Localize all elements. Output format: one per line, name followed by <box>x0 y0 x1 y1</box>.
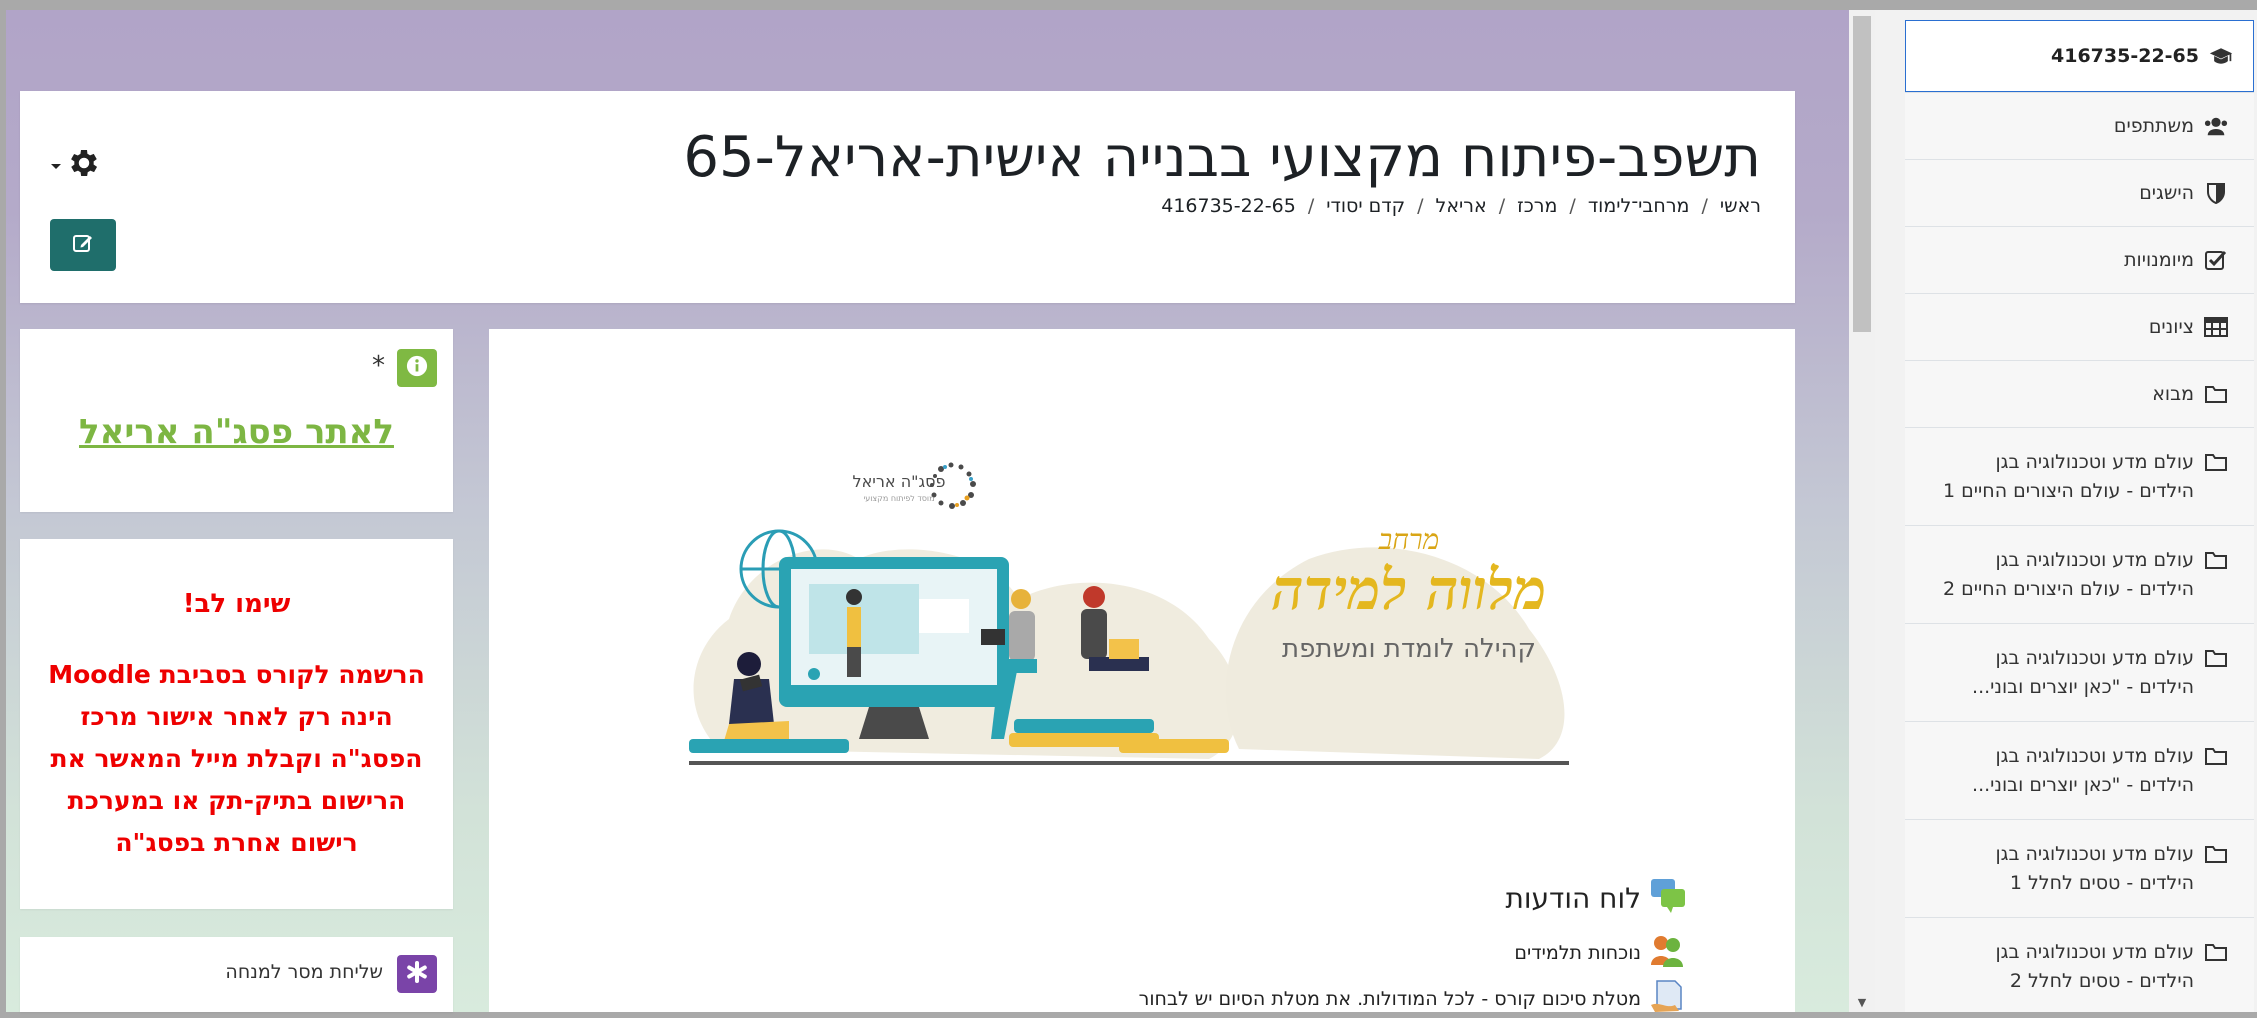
breadcrumb-separator: / <box>1417 195 1424 217</box>
edit-mode-button[interactable] <box>50 219 116 271</box>
breadcrumb-item-ariel[interactable]: אריאל <box>1436 195 1487 217</box>
attendance-activity[interactable]: נוכחות תלמידים <box>1514 933 1687 972</box>
page-header: תשפב-פיתוח מקצועי בבנייה אישית-אריאל-65 … <box>20 91 1795 303</box>
breadcrumb-item-learning-spaces[interactable]: מרחבי־לימוד <box>1588 195 1690 217</box>
folder-icon <box>2204 644 2228 668</box>
nav-item-label: עולם מדע וטכנולוגיה בגן הילדים - עולם הי… <box>1943 549 2194 600</box>
gear-icon <box>66 145 102 185</box>
folder-icon <box>2204 742 2228 766</box>
attendance-icon <box>1649 933 1687 972</box>
course-settings-menu[interactable] <box>50 145 110 185</box>
summary-assignment-activity[interactable]: מטלת סיכום קורס - לכל המודולות. את מטלת … <box>1139 979 1687 1018</box>
nav-item-label: משתתפים <box>2113 114 2194 137</box>
notice-title: שימו לב! <box>182 589 291 619</box>
scroll-down-arrow-icon[interactable]: ▼ <box>1853 996 1871 1010</box>
folder-icon <box>2204 840 2228 864</box>
banner-title-main: מלווה למידה <box>1271 557 1546 623</box>
nav-item-label: מיומנויות <box>2124 248 2194 271</box>
nav-item-label: עולם מדע וטכנולוגיה בגן הילדים - טסים לח… <box>1995 941 2194 992</box>
forum-label: לוח הודעות <box>1505 882 1641 915</box>
summary-label: מטלת סיכום קורס - לכל המודולות. את מטלת … <box>1138 987 1641 1010</box>
breadcrumb-separator: / <box>1498 195 1506 217</box>
notice-line: רישום אחרת בפסג"ה <box>115 828 358 857</box>
nav-item-label: עולם מדע וטכנולוגיה בגן הילדים - עולם הי… <box>1943 451 2194 502</box>
site-link[interactable]: לאתר פסג"ה אריאל <box>20 412 453 452</box>
nav-item-label: עולם מדע וטכנולוגיה בגן הילדים - "כאן יו… <box>1972 647 2194 698</box>
notice-line: הינה רק לאחר אישור מרכז <box>80 702 393 731</box>
shield-icon <box>2204 182 2228 204</box>
nav-section-creators-1[interactable]: עולם מדע וטכנולוגיה בגן הילדים - "כאן יו… <box>1905 623 2254 721</box>
folder-icon <box>2204 384 2228 404</box>
folder-icon <box>2204 938 2228 962</box>
nav-item-label: ציונים <box>2148 315 2194 338</box>
course-banner-image: מרחב מלווה למידה קהילה לומדת ומשתפת פסג"… <box>689 462 1569 765</box>
caret-down-icon <box>50 156 62 175</box>
breadcrumb-separator: / <box>1307 195 1315 217</box>
nav-section-intro[interactable]: מבוא <box>1905 360 2254 427</box>
nav-item-label: עולם מדע וטכנולוגיה בגן הילדים - טסים לח… <box>1995 843 2194 894</box>
nav-item-badges[interactable]: הישגים <box>1905 159 2254 226</box>
banner-title-top: מרחב <box>1378 523 1439 556</box>
breadcrumb-item-course[interactable]: 416735-22-65 <box>1161 195 1296 217</box>
breadcrumb-item-home[interactable]: ראשי <box>1720 195 1761 217</box>
message-badge <box>397 955 437 993</box>
nav-course-home[interactable]: 416735-22-65 <box>1905 20 2254 92</box>
forum-activity[interactable]: לוח הודעות <box>1505 877 1687 920</box>
page-title: תשפב-פיתוח מקצועי בבנייה אישית-אריאל-65 <box>683 125 1761 190</box>
nav-section-creators-2[interactable]: עולם מדע וטכנולוגיה בגן הילדים - "כאן יו… <box>1905 721 2254 819</box>
graduation-cap-icon <box>2209 45 2233 67</box>
nav-section-living-creatures-2[interactable]: עולם מדע וטכנולוגיה בגן הילדים - עולם הי… <box>1905 525 2254 623</box>
notice-line: הרישום בתיק-תק או במערכת <box>67 786 406 815</box>
notice-line: הפסג"ה וקבלת מייל המאשר את <box>50 744 423 773</box>
nav-item-label: מבוא <box>2152 382 2194 405</box>
nav-item-label: הישגים <box>2139 181 2194 204</box>
course-content: מרחב מלווה למידה קהילה לומדת ומשתפת פסג"… <box>489 329 1795 1012</box>
nav-course-code: 416735-22-65 <box>2051 44 2199 67</box>
breadcrumb-item-center[interactable]: מרכז <box>1517 195 1557 217</box>
checkbox-icon <box>2204 249 2228 271</box>
site-link-block: * לאתר פסג"ה אריאל <box>20 329 453 512</box>
forum-icon <box>1649 877 1687 920</box>
info-icon <box>406 355 428 381</box>
scrollbar-thumb[interactable] <box>1853 16 1871 332</box>
message-block: שליחת מסר למנחה <box>20 937 453 1012</box>
edit-icon <box>71 231 95 259</box>
attendance-label: נוכחות תלמידים <box>1514 941 1641 964</box>
folder-icon <box>2204 546 2228 570</box>
nav-item-grades[interactable]: ציונים <box>1905 293 2254 360</box>
table-icon <box>2204 317 2228 337</box>
nav-item-label: עולם מדע וטכנולוגיה בגן הילדים - "כאן יו… <box>1972 745 2194 796</box>
notice-line: הרשמה לקורס בסביבת Moodle <box>48 660 425 689</box>
nav-section-space-1[interactable]: עולם מדע וטכנולוגיה בגן הילדים - טסים לח… <box>1905 819 2254 917</box>
banner-subtitle: קהילה לומדת ומשתפת <box>1282 634 1536 664</box>
block-title: * <box>372 351 385 381</box>
breadcrumb-separator: / <box>1569 195 1576 217</box>
assignment-icon <box>1649 979 1687 1018</box>
users-icon <box>2204 116 2228 136</box>
folder-icon <box>2204 448 2228 472</box>
nav-section-living-creatures-1[interactable]: עולם מדע וטכנולוגיה בגן הילדים - עולם הי… <box>1905 427 2254 525</box>
send-message-link[interactable]: שליחת מסר למנחה <box>225 961 383 983</box>
nav-item-competencies[interactable]: מיומנויות <box>1905 226 2254 293</box>
logo-subtext: מוסד לפיתוח מקצועי <box>863 494 934 503</box>
notice-body: הרשמה לקורס בסביבת Moodle הינה רק לאחר א… <box>40 654 433 864</box>
asterisk-icon <box>405 960 429 988</box>
breadcrumb-item-preschool[interactable]: קדם יסודי <box>1326 195 1405 217</box>
nav-item-participants[interactable]: משתתפים <box>1905 92 2254 159</box>
info-badge <box>397 349 437 387</box>
notice-block: שימו לב! הרשמה לקורס בסביבת Moodle הינה … <box>20 539 453 909</box>
breadcrumb-separator: / <box>1701 195 1708 217</box>
breadcrumb: ראשי / מרחבי־לימוד / מרכז / אריאל / קדם … <box>1161 195 1761 217</box>
nav-section-space-2[interactable]: עולם מדע וטכנולוגיה בגן הילדים - טסים לח… <box>1905 917 2254 1012</box>
logo-text: פסג"ה אריאל <box>853 472 946 491</box>
